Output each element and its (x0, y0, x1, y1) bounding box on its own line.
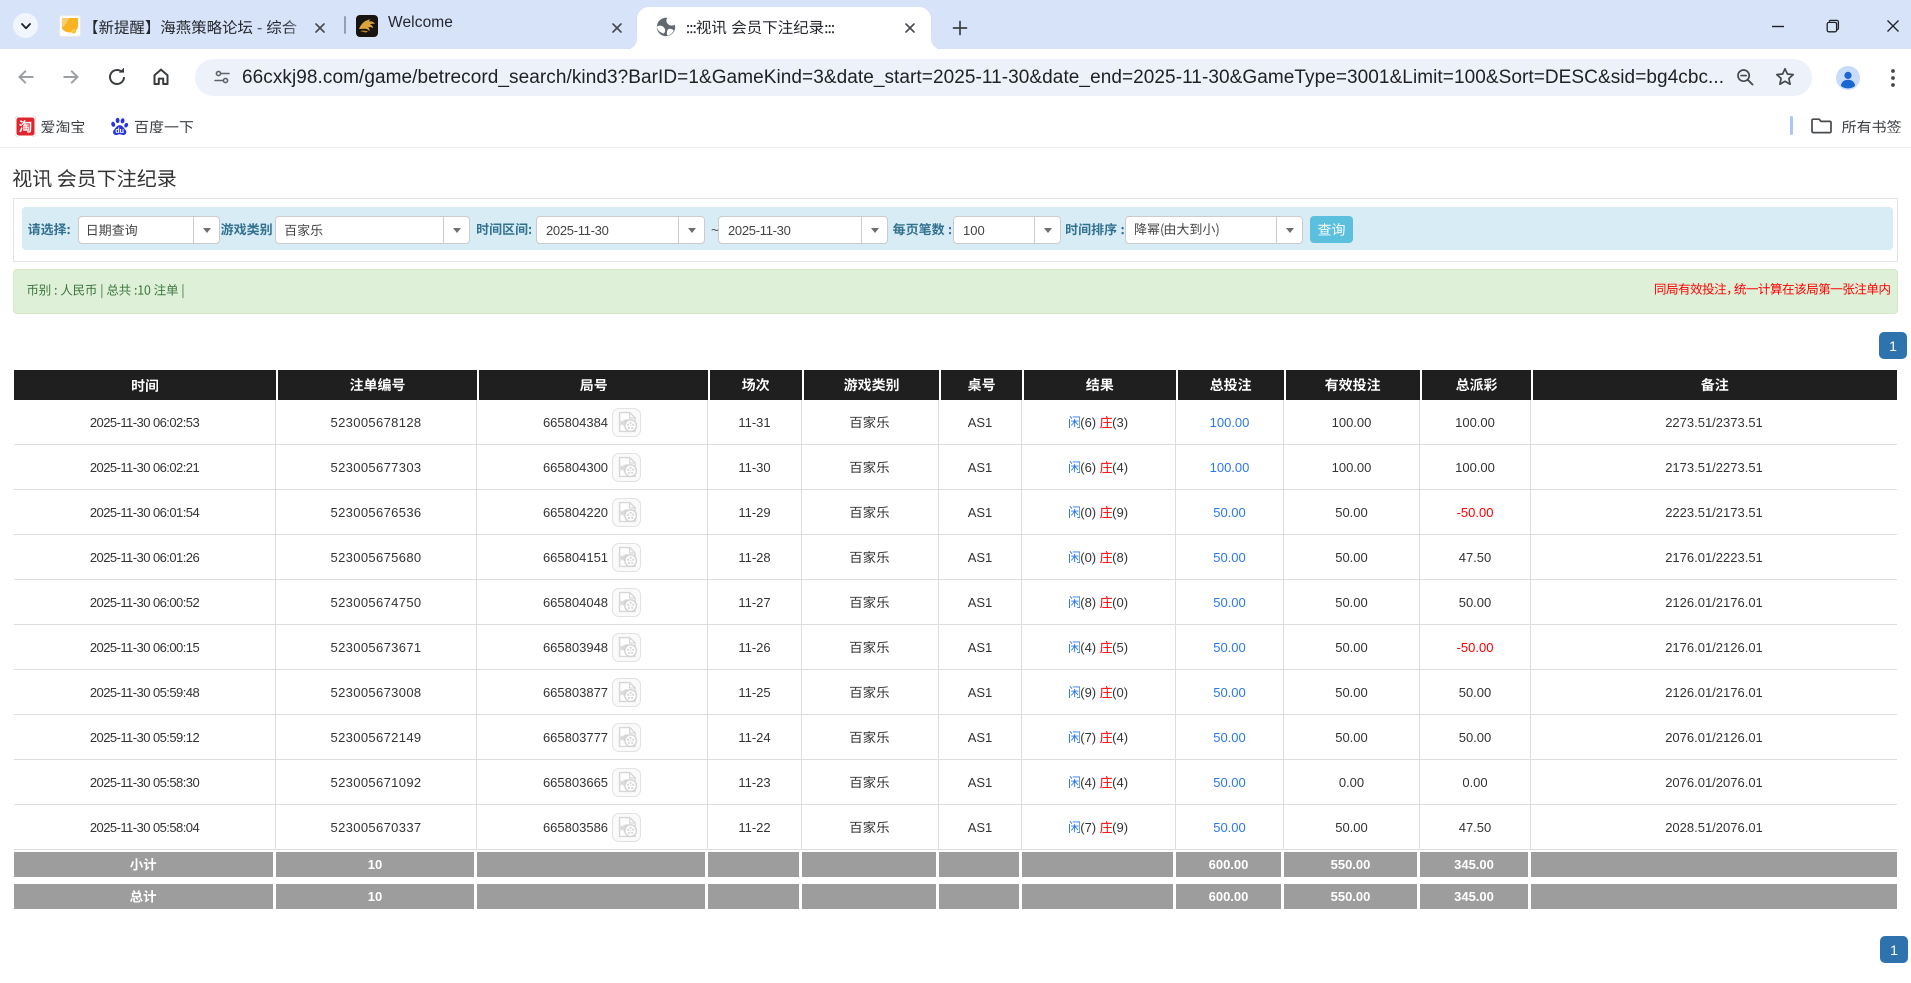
svg-text:du: du (115, 126, 124, 135)
